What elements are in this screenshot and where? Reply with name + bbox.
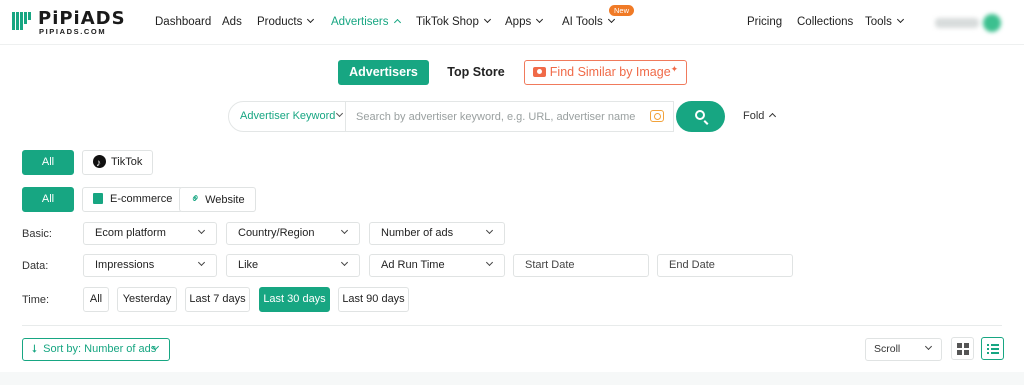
user-account-menu[interactable] — [933, 13, 1005, 33]
time-last-7-days-button[interactable]: Last 7 days — [185, 287, 250, 312]
time-label: Time: — [22, 294, 50, 306]
find-similar-label: Find Similar by Image — [549, 65, 671, 79]
start-date-input[interactable]: Start Date — [513, 254, 649, 277]
fold-toggle[interactable]: Fold — [743, 110, 777, 122]
brand-domain: PIPIADS.COM — [39, 27, 107, 36]
search-input[interactable] — [356, 109, 636, 125]
nav-advertisers[interactable]: Advertisers — [331, 16, 401, 28]
camera-icon — [532, 67, 546, 77]
site-ecommerce-button[interactable]: E-commerce — [82, 187, 184, 212]
ad-run-time-select[interactable]: Ad Run Time — [369, 254, 505, 277]
nav-apps-label: Apps — [505, 16, 532, 28]
like-select[interactable]: Like — [226, 254, 360, 277]
nav-dashboard[interactable]: Dashboard — [155, 16, 211, 28]
search-bar: Advertiser Keyword — [228, 101, 674, 132]
nav-collections[interactable]: Collections — [797, 16, 853, 28]
search-button[interactable] — [676, 101, 725, 132]
platform-all-button[interactable]: All — [22, 150, 74, 175]
chevron-down-icon — [483, 15, 491, 24]
blurred-username — [935, 18, 979, 28]
chevron-up-icon — [393, 18, 401, 27]
impressions-label: Impressions — [95, 259, 155, 271]
site-website-button[interactable]: ⚭ Website — [179, 187, 256, 212]
ecom-platform-select[interactable]: Ecom platform — [83, 222, 217, 245]
site-all-button[interactable]: All — [22, 187, 74, 212]
nav-products-label: Products — [257, 16, 303, 28]
basic-label: Basic: — [22, 228, 52, 240]
ad-run-time-label: Ad Run Time — [381, 259, 445, 271]
nav-tiktok-shop-label: TikTok Shop — [416, 16, 479, 28]
ecommerce-icon — [93, 192, 103, 204]
sort-label: Sort by: Number of ads — [43, 343, 157, 355]
sort-select[interactable]: ⭣ Sort by: Number of ads — [22, 338, 170, 361]
nav-tools-label: Tools — [865, 16, 892, 28]
chevron-down-icon — [896, 15, 904, 24]
tab-top-store[interactable]: Top Store — [442, 60, 510, 85]
nav-ai-tools-label: AI Tools — [562, 16, 603, 28]
chevron-down-icon — [924, 342, 933, 351]
new-badge: New — [609, 5, 635, 16]
tiktok-icon — [93, 152, 106, 175]
search-icon — [695, 110, 705, 120]
site-ecommerce-label: E-commerce — [110, 193, 173, 205]
link-icon: ⚭ — [186, 190, 204, 208]
section-divider — [22, 325, 1002, 326]
nav-pricing[interactable]: Pricing — [747, 16, 782, 28]
chevron-down-icon — [340, 258, 349, 267]
list-view-button[interactable] — [981, 337, 1004, 360]
number-of-ads-select[interactable]: Number of ads — [369, 222, 505, 245]
results-area-top — [0, 372, 1024, 385]
chevron-down-icon — [607, 15, 615, 24]
platform-tiktok-label: TikTok — [111, 156, 143, 168]
pipiads-logo[interactable]: PiPiADS PIPIADS.COM — [12, 8, 125, 36]
find-similar-by-image-button[interactable]: Find Similar by Image✦ — [524, 60, 687, 85]
chevron-down-icon — [197, 226, 206, 235]
top-navigation: PiPiADS PIPIADS.COM Dashboard Ads Produc… — [0, 0, 1024, 45]
nav-ai-tools[interactable]: AI Tools — [562, 15, 615, 28]
end-date-input[interactable]: End Date — [657, 254, 793, 277]
nav-tiktok-shop[interactable]: TikTok Shop — [416, 15, 491, 28]
nav-advertisers-label: Advertisers — [331, 16, 389, 28]
brand-name: PiPiADS — [38, 8, 126, 29]
data-label: Data: — [22, 260, 49, 272]
nav-tools[interactable]: Tools — [865, 15, 904, 28]
tab-advertisers[interactable]: Advertisers — [338, 60, 429, 85]
chevron-down-icon — [485, 226, 494, 235]
nav-ads[interactable]: Ads — [222, 16, 242, 28]
scroll-mode-select[interactable]: Scroll — [865, 338, 942, 361]
logo-mark — [12, 12, 31, 30]
image-search-icon[interactable] — [650, 110, 664, 122]
site-website-label: Website — [205, 194, 245, 206]
chevron-down-icon — [197, 258, 206, 267]
grid-view-button[interactable] — [951, 337, 974, 360]
search-type-select[interactable]: Advertiser Keyword — [229, 102, 346, 131]
time-last-30-days-button[interactable]: Last 30 days — [259, 287, 330, 312]
search-type-label: Advertiser Keyword — [240, 110, 336, 122]
chevron-down-icon — [340, 226, 349, 235]
scroll-mode-label: Scroll — [874, 343, 901, 355]
number-of-ads-label: Number of ads — [381, 227, 454, 239]
country-region-select[interactable]: Country/Region — [226, 222, 360, 245]
sort-icon: ⭣ — [32, 343, 38, 355]
chevron-down-icon — [536, 15, 544, 24]
nav-products[interactable]: Products — [257, 15, 315, 28]
platform-tiktok-button[interactable]: TikTok — [82, 150, 154, 175]
fold-label: Fold — [743, 110, 765, 122]
ecom-platform-label: Ecom platform — [95, 227, 166, 239]
chevron-up-icon — [769, 112, 777, 121]
like-label: Like — [238, 259, 259, 271]
chevron-down-icon — [336, 109, 344, 118]
sparkle-icon: ✦ — [670, 64, 679, 74]
impressions-select[interactable]: Impressions — [83, 254, 217, 277]
time-all-button[interactable]: All — [83, 287, 109, 312]
nav-apps[interactable]: Apps — [505, 15, 544, 28]
chevron-down-icon — [307, 15, 315, 24]
chevron-down-icon — [485, 258, 494, 267]
country-region-label: Country/Region — [238, 227, 315, 239]
time-yesterday-button[interactable]: Yesterday — [117, 287, 177, 312]
time-last-90-days-button[interactable]: Last 90 days — [338, 287, 409, 312]
avatar — [983, 14, 1001, 32]
